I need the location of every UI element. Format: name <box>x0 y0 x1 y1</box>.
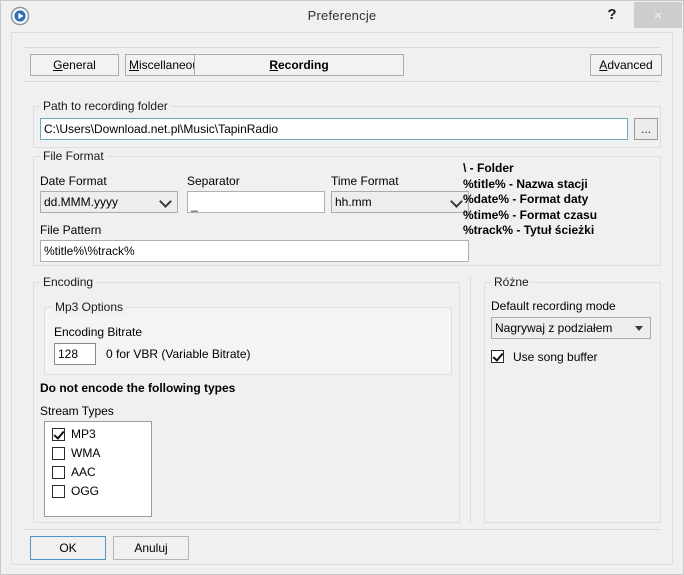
checkbox-wma-icon[interactable] <box>52 447 65 460</box>
panel-divider <box>470 276 471 523</box>
checkbox-ogg-icon[interactable] <box>52 485 65 498</box>
recording-mode-select[interactable]: Nagrywaj z podziałem <box>491 317 651 339</box>
use-song-buffer-row[interactable]: Use song buffer <box>491 349 598 365</box>
preferences-dialog: Preferencje ? × General Miscellaneous Re… <box>0 0 684 575</box>
tab-recording-label: ecording <box>278 58 329 72</box>
file-format-group-title: File Format <box>40 149 107 163</box>
stream-types-list[interactable]: MP3 WMA AAC OGG <box>44 421 152 517</box>
cancel-button[interactable]: Anuluj <box>113 536 189 560</box>
dialog-client-area: General Miscellaneous Recording Advanced… <box>11 32 673 565</box>
file-pattern-input[interactable]: %title%\%track% <box>40 240 469 262</box>
help-button[interactable]: ? <box>599 3 625 27</box>
tab-miscellaneous-accel: M <box>128 58 139 72</box>
encoding-group-title: Encoding <box>40 275 97 289</box>
date-format-select[interactable]: dd.MMM.yyyy <box>40 191 178 213</box>
pattern-legend: \ - Folder %title% - Nazwa stacji %date%… <box>463 161 597 239</box>
chevron-down-icon <box>159 195 172 208</box>
ok-button[interactable]: OK <box>30 536 106 560</box>
mp3-options-group <box>44 307 452 375</box>
checkbox-mp3-icon[interactable] <box>52 428 65 441</box>
chevron-down-icon <box>635 326 643 331</box>
list-item-aac[interactable]: AAC <box>45 463 151 482</box>
time-format-select[interactable]: hh.mm <box>331 191 469 213</box>
close-button[interactable]: × <box>634 2 682 28</box>
stream-types-label: Stream Types <box>40 404 114 418</box>
legend-line-time: %time% - Format czasu <box>463 207 598 222</box>
mp3-options-group-title: Mp3 Options <box>52 300 127 314</box>
legend-line-title: %title% - Nazwa stacji <box>463 176 588 191</box>
window-title: Preferencje <box>307 8 377 23</box>
path-group-title: Path to recording folder <box>40 99 171 113</box>
misc-group-title: Różne <box>491 275 532 289</box>
use-song-buffer-label: Use song buffer <box>513 350 598 364</box>
tabstrip-bottom-rule <box>23 81 661 82</box>
tab-general-label: eneral <box>62 58 96 72</box>
tab-recording[interactable]: Recording <box>194 54 404 76</box>
chevron-down-icon <box>450 195 463 208</box>
tab-recording-accel: R <box>269 58 278 72</box>
advanced-button[interactable]: Advanced <box>590 54 662 76</box>
list-item-mp3[interactable]: MP3 <box>45 425 151 444</box>
list-item-wma[interactable]: WMA <box>45 444 151 463</box>
legend-line-track: %track% - Tytuł ścieżki <box>463 223 595 237</box>
title-bar: Preferencje ? × <box>1 1 683 31</box>
tabstrip-top-rule <box>23 47 661 48</box>
checkbox-aac-icon[interactable] <box>52 466 65 479</box>
legend-line-date: %date% - Format daty <box>463 192 589 206</box>
checkbox-use-song-buffer-icon[interactable] <box>491 350 504 363</box>
date-format-label: Date Format <box>40 174 107 188</box>
list-item-aac-label: AAC <box>71 465 96 479</box>
list-item-mp3-label: MP3 <box>71 427 96 441</box>
encoding-bitrate-hint: 0 for VBR (Variable Bitrate) <box>106 347 251 361</box>
encoding-bitrate-label: Encoding Bitrate <box>54 325 143 339</box>
list-item-ogg-label: OGG <box>71 484 100 498</box>
no-encode-heading: Do not encode the following types <box>40 381 236 395</box>
encoding-bitrate-input[interactable]: 128 <box>54 343 96 365</box>
separator-label: Separator <box>187 174 240 188</box>
list-item-ogg[interactable]: OGG <box>45 482 151 501</box>
date-format-value: dd.MMM.yyyy <box>44 195 119 209</box>
tab-general[interactable]: General <box>30 54 119 76</box>
legend-line-folder: \ - Folder <box>463 161 514 175</box>
time-format-value: hh.mm <box>335 195 372 209</box>
separator-input[interactable]: _ <box>187 191 325 213</box>
list-item-wma-label: WMA <box>71 446 101 460</box>
footer-rule <box>23 529 661 530</box>
time-format-label: Time Format <box>331 174 399 188</box>
browse-folder-button[interactable]: ... <box>634 118 658 140</box>
recording-mode-label: Default recording mode <box>491 299 616 313</box>
file-pattern-label: File Pattern <box>40 223 102 237</box>
advanced-button-label: dvanced <box>607 58 653 72</box>
recording-path-input[interactable]: C:\Users\Download.net.pl\Music\TapinRadi… <box>40 118 628 140</box>
recording-mode-value: Nagrywaj z podziałem <box>495 321 613 335</box>
